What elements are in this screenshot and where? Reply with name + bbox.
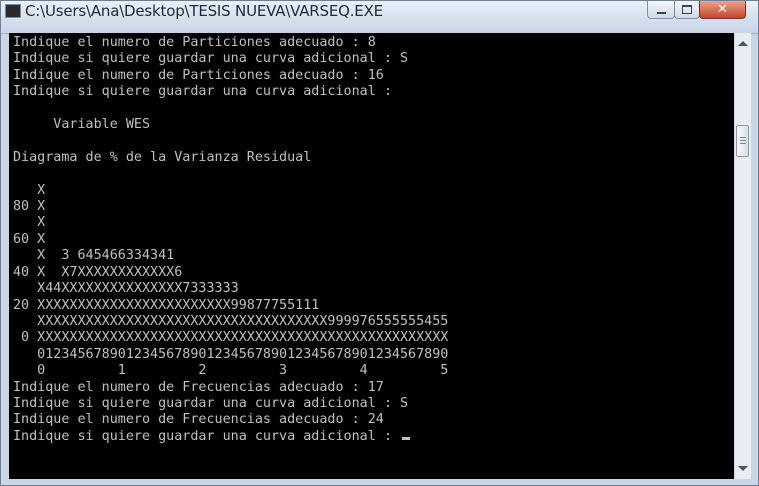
scroll-down-arrow-icon[interactable]	[738, 466, 748, 471]
console-line: Indique el numero de Particiones adecuad…	[13, 35, 376, 50]
minimize-icon	[656, 11, 666, 14]
console-line: XXXXXXXXXXXXXXXXXXXXXXXXXXXXXXXXXXXX9999…	[13, 313, 449, 329]
console-line: Variable WES	[13, 117, 151, 133]
console-line: 40 X X7XXXXXXXXXXXX6	[13, 264, 183, 280]
title-bar[interactable]: C:\Users\Ana\Desktop\TESIS NUEVA\VARSEQ.…	[1, 1, 758, 34]
minimize-button[interactable]	[647, 1, 675, 19]
console-line: Indique si quiere guardar una curva adic…	[13, 51, 409, 67]
console-app-icon[interactable]	[5, 4, 21, 18]
console-line: X44XXXXXXXXXXXXXXX7333333	[13, 281, 239, 297]
console-text: Indique el numero de Particiones adecuad…	[9, 33, 734, 445]
console-line: X	[13, 182, 46, 198]
maximize-button[interactable]	[674, 1, 700, 19]
console-prompt-line: Indique si quiere guardar una curva adic…	[13, 428, 400, 444]
console-line: 20 XXXXXXXXXXXXXXXXXXXXXXXX99877755111	[13, 297, 320, 313]
console-line: Indique el numero de Frecuencias adecuad…	[13, 379, 384, 395]
text-cursor	[401, 436, 410, 440]
console-line: Indique si quiere guardar una curva adic…	[13, 395, 409, 411]
grip-line-icon	[740, 137, 746, 138]
vertical-scrollbar[interactable]	[734, 33, 751, 479]
close-button[interactable]: ✕	[699, 1, 746, 19]
grip-line-icon	[740, 140, 746, 141]
console-line: 60 X	[13, 231, 46, 247]
console-line: Indique el numero de Frecuencias adecuad…	[13, 412, 384, 428]
console-window: C:\Users\Ana\Desktop\TESIS NUEVA\VARSEQ.…	[0, 0, 759, 486]
grip-line-icon	[740, 143, 746, 144]
scroll-up-arrow-icon[interactable]	[738, 41, 748, 46]
scroll-thumb[interactable]	[736, 125, 749, 157]
console-line: 0123456789012345678901234567890123456789…	[13, 346, 449, 362]
console-lines: Indique el numero de Particiones adecuad…	[13, 35, 448, 427]
console-output[interactable]: Indique el numero de Particiones adecuad…	[9, 33, 734, 479]
console-line: 0 1 2 3 4 5	[13, 363, 449, 379]
console-line: Indique el numero de Particiones adecuad…	[13, 67, 384, 83]
console-line: X 3 645466334341	[13, 248, 175, 264]
window-title: C:\Users\Ana\Desktop\TESIS NUEVA\VARSEQ.…	[25, 2, 383, 20]
maximize-icon	[682, 5, 692, 14]
console-line: 0 XXXXXXXXXXXXXXXXXXXXXXXXXXXXXXXXXXXXXX…	[13, 330, 449, 346]
console-line: 80 X	[13, 199, 46, 215]
close-icon: ✕	[717, 2, 728, 17]
console-line: Diagrama de % de la Varianza Residual	[13, 149, 312, 165]
console-line: X	[13, 215, 46, 231]
console-line: Indique si quiere guardar una curva adic…	[13, 84, 392, 100]
